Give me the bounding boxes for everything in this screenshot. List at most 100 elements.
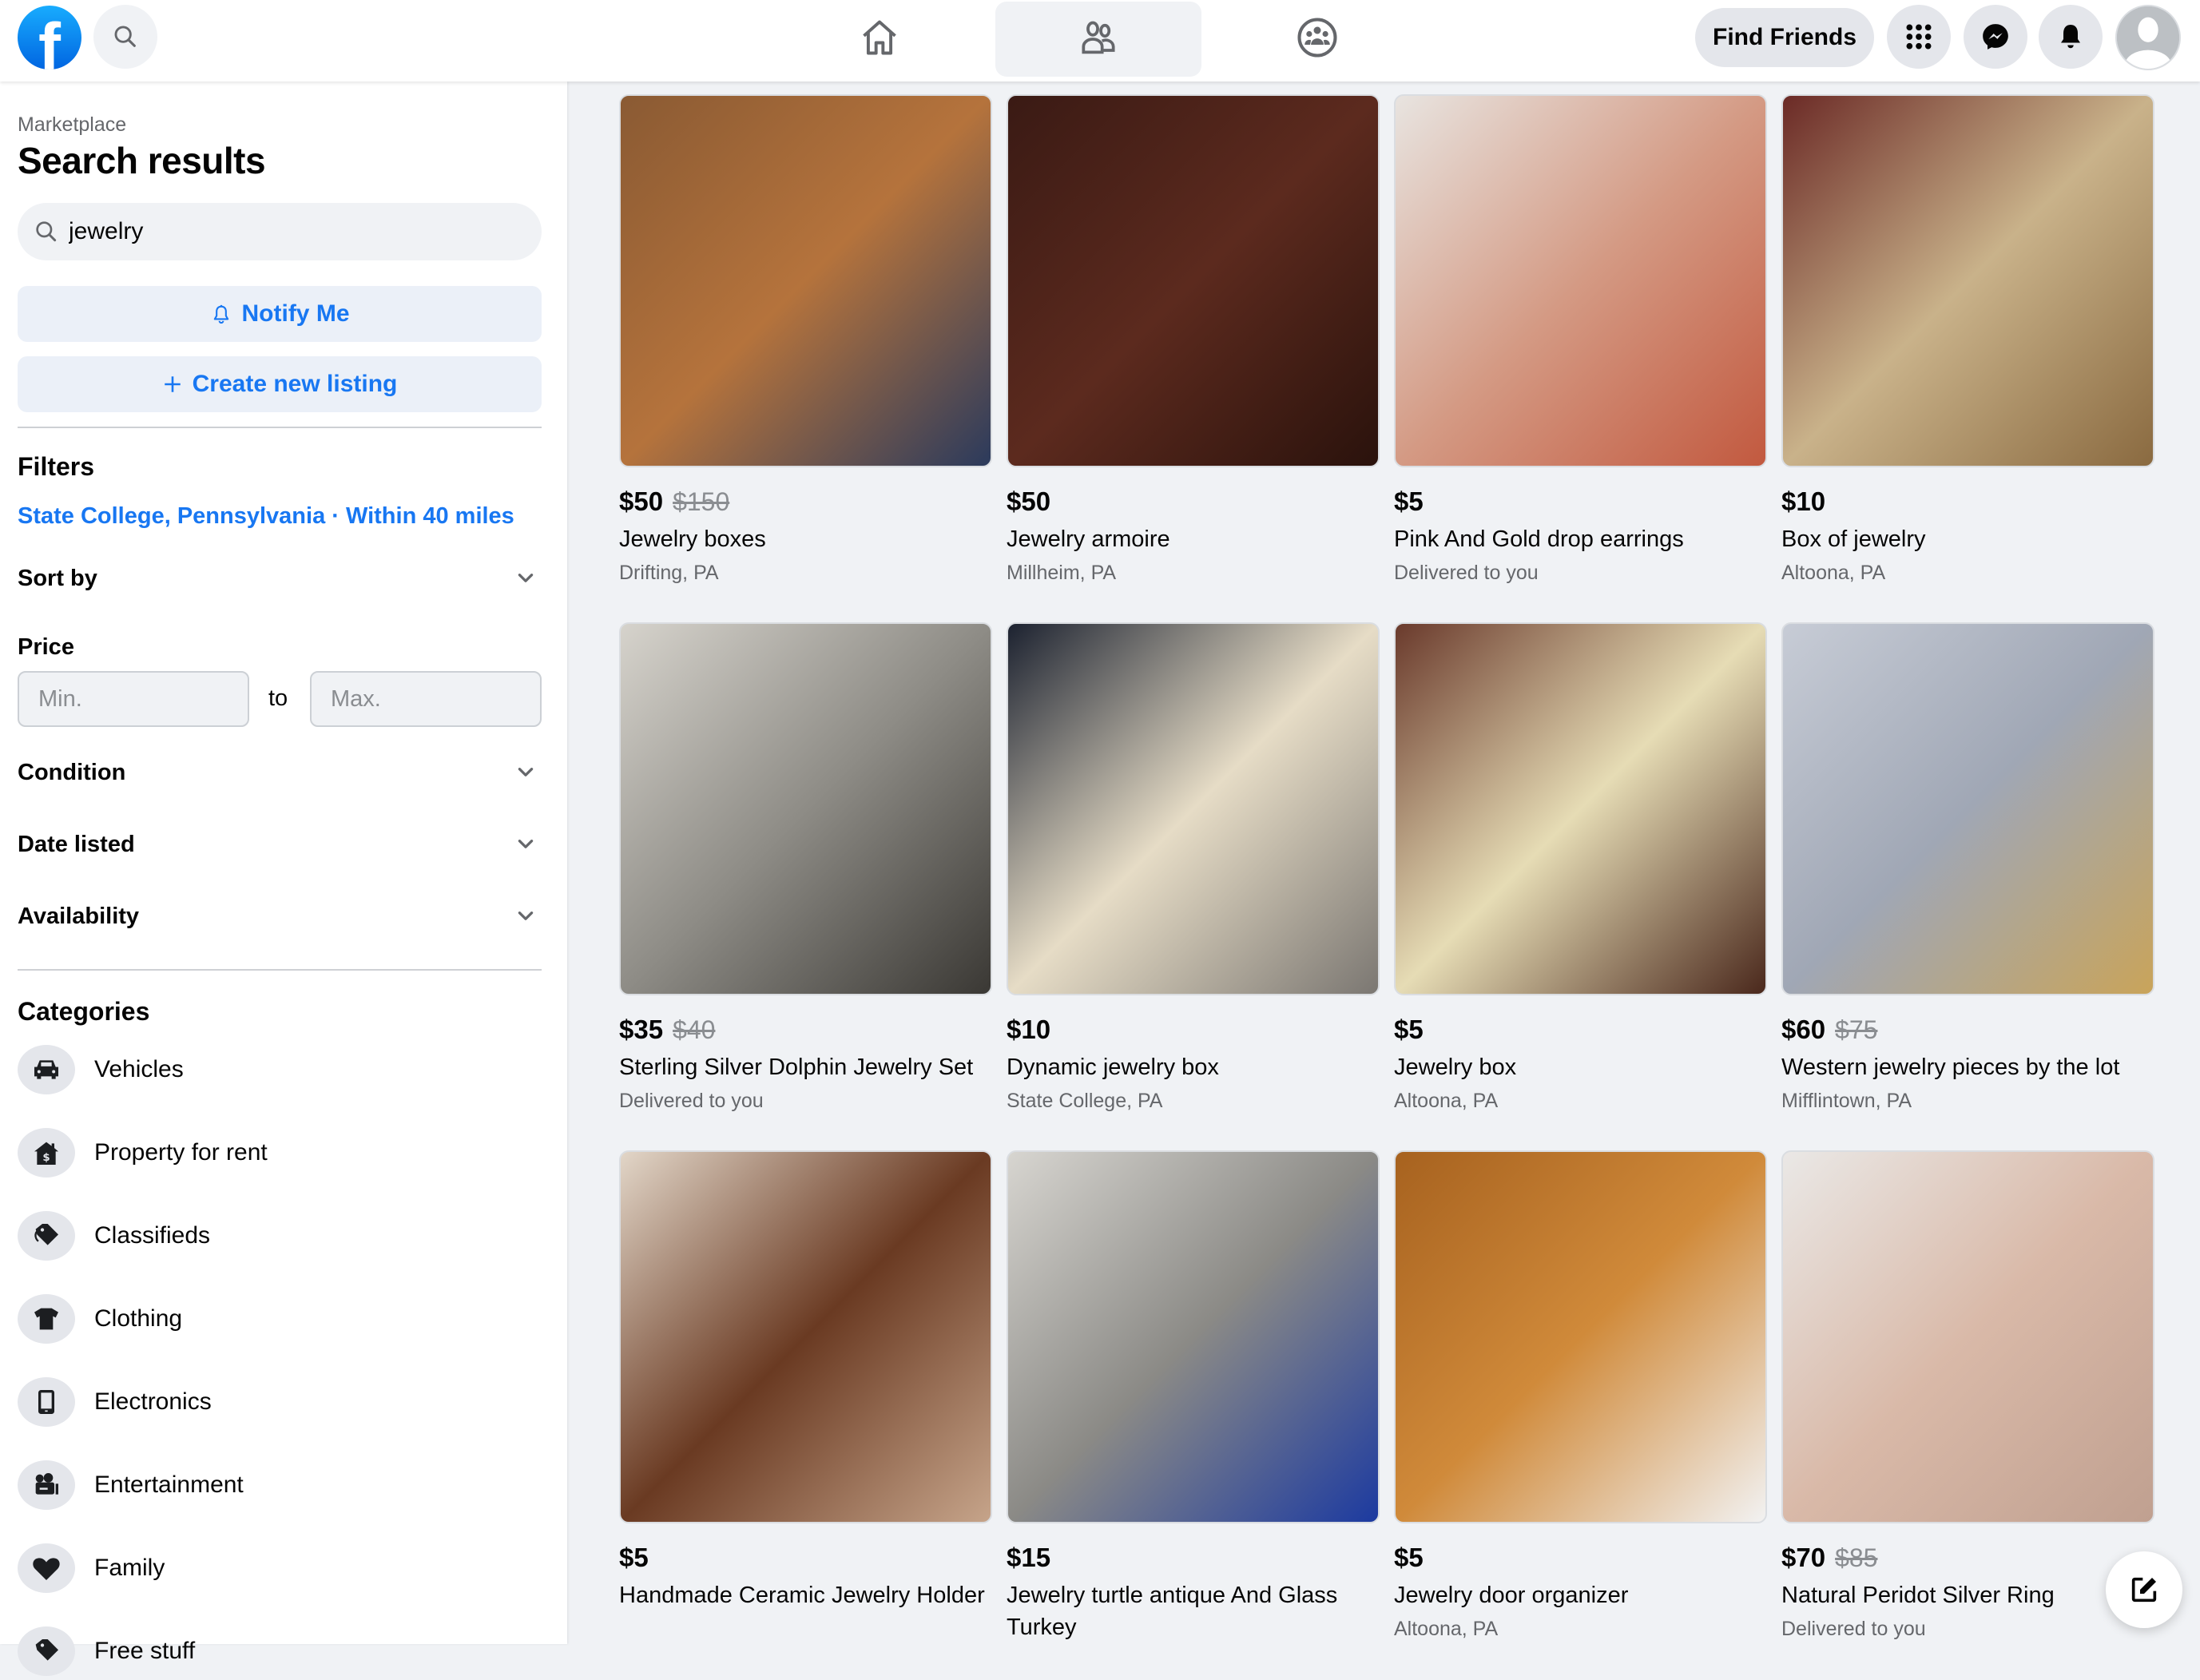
listing-price-row: $5 xyxy=(1394,1543,1767,1578)
listing-card[interactable]: $10 Dynamic jewelry box State College, PA xyxy=(1007,622,1380,1115)
listing-title: Sterling Silver Dolphin Jewelry Set xyxy=(619,1054,974,1080)
listing-original-price: $75 xyxy=(1835,1015,1878,1044)
search-icon xyxy=(114,26,136,47)
default-avatar-icon xyxy=(2117,6,2179,69)
price-min-input[interactable] xyxy=(18,671,249,727)
listing-title: Box of jewelry xyxy=(1781,526,1926,552)
notify-me-button[interactable]: Notify Me xyxy=(18,286,542,342)
listing-title: Pink And Gold drop earrings xyxy=(1394,526,1684,552)
listing-price-row: $35 $40 xyxy=(619,1015,992,1050)
listing-title: Jewelry door organizer xyxy=(1394,1583,1629,1608)
listing-title: Western jewelry pieces by the lot xyxy=(1781,1054,2120,1080)
listing-photo[interactable] xyxy=(1007,1150,1380,1523)
listing-location: State College, PA xyxy=(1007,1090,1163,1112)
account-avatar[interactable] xyxy=(2115,5,2181,70)
category-vehicles[interactable]: Vehicles xyxy=(18,1041,542,1098)
chevron-down-icon xyxy=(510,562,542,594)
listing-card[interactable]: $15 Jewelry turtle antique And Glass Turk… xyxy=(1007,1150,1380,1643)
listing-photo[interactable] xyxy=(1394,94,1767,467)
listing-photo[interactable] xyxy=(619,622,992,995)
listing-price: $35 xyxy=(619,1015,664,1044)
house-dollar-icon: $ xyxy=(18,1128,75,1178)
listing-photo[interactable] xyxy=(619,1150,992,1523)
listing-price: $5 xyxy=(619,1543,649,1572)
create-listing-label: Create new listing xyxy=(192,371,398,397)
category-label: Clothing xyxy=(94,1305,183,1332)
listing-card[interactable]: $50 $150 Jewelry boxes Drifting, PA xyxy=(619,94,992,587)
listing-price-row: $5 xyxy=(1394,487,1767,522)
listing-card[interactable]: $5 Jewelry box Altoona, PA xyxy=(1394,622,1767,1115)
compose-icon xyxy=(2131,1577,2157,1603)
category-entertainment[interactable]: Entertainment xyxy=(18,1456,542,1514)
listing-card[interactable]: $10 Box of jewelry Altoona, PA xyxy=(1781,94,2154,587)
category-classifieds[interactable]: Classifieds xyxy=(18,1207,542,1265)
listing-card[interactable]: $50 Jewelry armoire Millheim, PA xyxy=(1007,94,1380,587)
category-clothing[interactable]: Clothing xyxy=(18,1290,542,1348)
listing-title: Natural Peridot Silver Ring xyxy=(1781,1583,2055,1608)
facebook-logo[interactable]: f xyxy=(18,6,81,70)
new-message-button[interactable] xyxy=(2106,1551,2182,1628)
listing-photo[interactable] xyxy=(1007,94,1380,467)
nav-tab-home[interactable] xyxy=(776,0,983,75)
listing-photo[interactable] xyxy=(1781,94,2154,467)
location-filter-link[interactable]: State College, Pennsylvania · Within 40 … xyxy=(18,503,514,530)
listing-card[interactable]: $5 Jewelry door organizer Altoona, PA xyxy=(1394,1150,1767,1643)
category-family[interactable]: Family xyxy=(18,1539,542,1597)
listing-location: Altoona, PA xyxy=(1394,1618,1499,1640)
listing-price: $70 xyxy=(1781,1543,1826,1572)
heart-icon xyxy=(18,1543,75,1593)
listing-location: Drifting, PA xyxy=(619,562,719,584)
sidebar: Marketplace Search results Notify Me Cre… xyxy=(0,81,567,1676)
sort-by-dropdown[interactable]: Sort by xyxy=(18,558,542,598)
listing-location: Millheim, PA xyxy=(1007,562,1117,584)
listing-card[interactable]: $35 $40 Sterling Silver Dolphin Jewelry Se… xyxy=(619,622,992,1115)
video-camera-icon xyxy=(18,1460,75,1510)
breadcrumb[interactable]: Marketplace xyxy=(18,113,126,137)
listing-photo[interactable] xyxy=(619,94,992,467)
chevron-down-icon xyxy=(510,828,542,860)
listing-photo[interactable] xyxy=(1394,622,1767,995)
listing-price-row: $5 xyxy=(1394,1015,1767,1050)
listing-card[interactable]: $60 $75 Western jewelry pieces by the lot M… xyxy=(1781,622,2154,1115)
page-title: Search results xyxy=(18,140,266,181)
listing-location: Delivered to you xyxy=(619,1090,764,1112)
availability-dropdown[interactable]: Availability xyxy=(18,896,542,936)
listing-price: $10 xyxy=(1781,487,1826,516)
tag-icon xyxy=(18,1626,75,1676)
listing-photo[interactable] xyxy=(1394,1150,1767,1523)
bell-icon xyxy=(2061,25,2080,49)
listing-card[interactable]: $5 Pink And Gold drop earrings Delivered t… xyxy=(1394,94,1767,587)
listing-location: Delivered to you xyxy=(1781,1618,1926,1640)
category-label: Family xyxy=(94,1555,165,1581)
listing-photo[interactable] xyxy=(1781,1150,2154,1523)
listing-photo[interactable] xyxy=(1781,622,2154,995)
date-listed-dropdown[interactable]: Date listed xyxy=(18,824,542,864)
divider xyxy=(18,969,542,971)
messenger-icon xyxy=(1983,24,2008,50)
search-button[interactable] xyxy=(93,5,157,69)
find-friends-button[interactable]: Find Friends xyxy=(1695,8,1874,67)
category-property-for-rent[interactable]: $ Property for rent xyxy=(18,1124,542,1182)
marketplace-search[interactable] xyxy=(18,203,542,260)
notifications-button[interactable] xyxy=(2039,5,2103,69)
home-icon xyxy=(863,20,896,55)
listing-location: Mifflintown, PA xyxy=(1781,1090,1912,1112)
listing-price: $5 xyxy=(1394,1015,1424,1044)
listing-card[interactable]: $5 Handmade Ceramic Jewelry Holder xyxy=(619,1150,992,1611)
listing-original-price: $85 xyxy=(1835,1543,1878,1572)
menu-button[interactable] xyxy=(1887,5,1951,69)
messenger-button[interactable] xyxy=(1964,5,2027,69)
search-input[interactable] xyxy=(69,218,516,245)
category-free-stuff[interactable]: Free stuff xyxy=(18,1622,542,1680)
condition-dropdown[interactable]: Condition xyxy=(18,753,542,792)
create-listing-button[interactable]: Create new listing xyxy=(18,356,542,412)
listing-photo[interactable] xyxy=(1007,622,1380,995)
plus-icon xyxy=(164,376,181,392)
friends-icon xyxy=(1082,21,1115,54)
listing-card[interactable]: $70 $85 Natural Peridot Silver Ring Deliver… xyxy=(1781,1150,2154,1643)
nav-tab-groups[interactable] xyxy=(1214,0,1420,75)
nav-tab-friends[interactable] xyxy=(995,2,1201,77)
category-electronics[interactable]: Electronics xyxy=(18,1373,542,1431)
listing-price-row: $50 $150 xyxy=(619,487,992,522)
price-max-input[interactable] xyxy=(310,671,542,727)
